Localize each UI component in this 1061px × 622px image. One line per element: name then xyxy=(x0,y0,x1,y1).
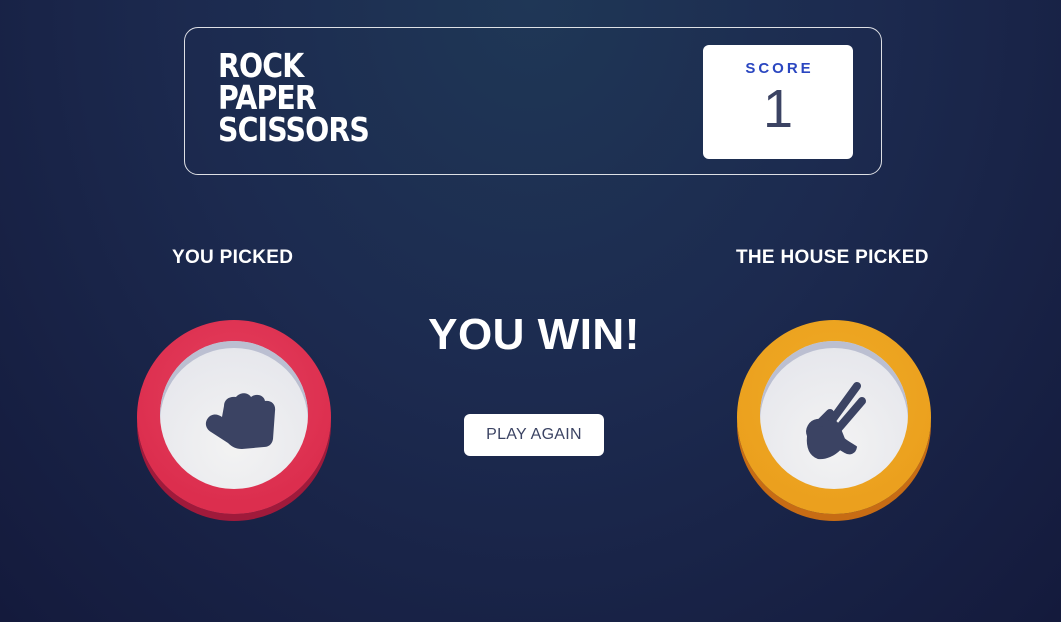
house-picked-label: THE HOUSE PICKED xyxy=(736,247,929,268)
score-value: 1 xyxy=(762,79,794,139)
result-text: YOU WIN! xyxy=(428,310,640,359)
house-scissors-token xyxy=(737,320,931,514)
score-label: SCORE xyxy=(745,60,814,77)
score-header: ROCK PAPER SCISSORS SCORE 1 xyxy=(184,27,882,175)
scissors-hand-icon xyxy=(806,382,866,460)
house-token-face xyxy=(760,341,908,489)
player-token-face xyxy=(160,341,308,489)
you-picked-label: YOU PICKED xyxy=(172,247,294,268)
play-again-button[interactable]: PLAY AGAIN xyxy=(464,414,604,456)
player-rock-token xyxy=(137,320,331,514)
rock-fist-icon xyxy=(205,393,276,449)
title-line-scissors: SCISSORS xyxy=(218,110,370,149)
score-box: SCORE 1 xyxy=(703,45,853,159)
game-title: ROCK PAPER SCISSORS xyxy=(218,49,370,149)
